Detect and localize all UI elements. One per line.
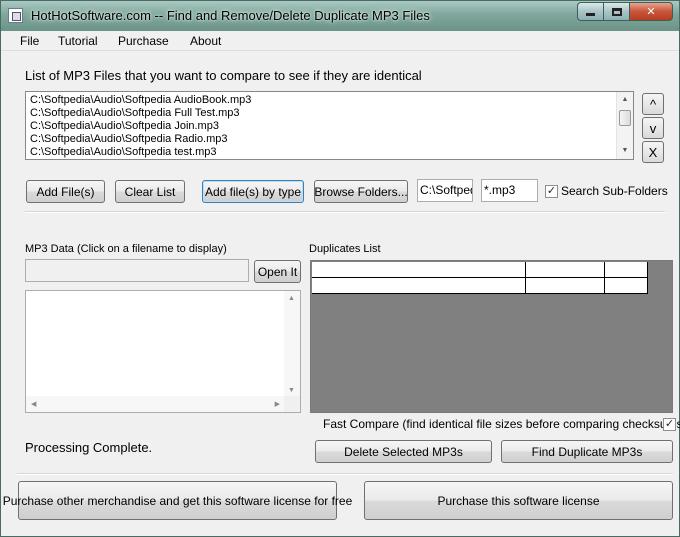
close-button[interactable]: ✕ — [629, 2, 673, 21]
mp3-data-textarea[interactable]: ▲ ▼ ◀ ▶ — [25, 290, 301, 413]
delete-selected-button[interactable]: Delete Selected MP3s — [315, 440, 492, 463]
add-by-type-button[interactable]: Add file(s) by type — [202, 180, 304, 203]
menu-purchase[interactable]: Purchase — [118, 34, 169, 48]
table-cell[interactable] — [526, 278, 605, 294]
mp3-data-label: MP3 Data (Click on a filename to display… — [25, 243, 227, 255]
table-cell[interactable] — [605, 262, 648, 278]
table-cell[interactable] — [526, 262, 605, 278]
folder-path-input[interactable]: C:\Softpedia — [417, 179, 473, 202]
mp3-filename-field — [25, 259, 249, 282]
scroll-down-icon[interactable]: ▼ — [617, 143, 633, 159]
remove-icon: X — [648, 144, 658, 160]
caption-buttons: ✕ — [577, 2, 673, 21]
move-down-icon: v — [649, 120, 657, 136]
maximize-button[interactable] — [603, 2, 629, 21]
menu-bar: File Tutorial Purchase About — [1, 31, 679, 51]
find-duplicates-button[interactable]: Find Duplicate MP3s — [501, 440, 673, 463]
textarea-vscroll[interactable]: ▲ ▼ — [284, 291, 300, 397]
status-text: Processing Complete. — [25, 440, 153, 455]
file-type-input[interactable]: *.mp3 — [481, 179, 538, 202]
app-icon[interactable] — [8, 8, 23, 23]
table-cell[interactable] — [312, 262, 526, 278]
fast-compare-checkbox[interactable]: ✓ — [663, 418, 676, 431]
menu-tutorial[interactable]: Tutorial — [58, 34, 98, 48]
table-row[interactable] — [312, 262, 649, 278]
table-cell[interactable] — [605, 278, 648, 294]
maximize-icon — [611, 7, 622, 16]
file-list-scrollbar[interactable]: ▲ ▼ — [616, 92, 633, 159]
list-item[interactable]: C:\Softpedia\Audio\Softpedia AudioBook.m… — [30, 94, 251, 106]
move-down-button[interactable]: v — [642, 117, 664, 139]
close-icon: ✕ — [646, 6, 656, 18]
scroll-down-icon[interactable]: ▼ — [288, 387, 295, 394]
list-item[interactable]: C:\Softpedia\Audio\Softpedia Join.mp3 — [30, 120, 219, 132]
search-subfolders-label: Search Sub-Folders — [561, 184, 668, 198]
open-it-button[interactable]: Open It — [254, 260, 301, 283]
purchase-license-button[interactable]: Purchase this software license — [364, 481, 673, 520]
move-up-button[interactable]: ^ — [642, 93, 664, 115]
browse-folders-button[interactable]: Browse Folders... — [314, 180, 408, 203]
duplicates-grid[interactable] — [310, 260, 673, 413]
scroll-left-icon[interactable]: ◀ — [31, 400, 36, 408]
scroll-thumb[interactable] — [619, 110, 631, 126]
textarea-hscroll[interactable]: ◀ ▶ — [26, 396, 285, 412]
title-bar[interactable]: HotHotSoftware.com -- Find and Remove/De… — [1, 1, 679, 31]
divider — [25, 211, 665, 213]
scroll-up-icon[interactable]: ▲ — [617, 92, 633, 108]
menu-about[interactable]: About — [190, 34, 221, 48]
divider — [17, 473, 673, 475]
scroll-up-icon[interactable]: ▲ — [288, 295, 295, 302]
duplicates-table — [312, 262, 649, 294]
purchase-merch-button[interactable]: Purchase other merchandise and get this … — [3, 481, 352, 520]
window-title: HotHotSoftware.com -- Find and Remove/De… — [31, 8, 430, 23]
menu-file[interactable]: File — [20, 34, 39, 48]
scroll-corner — [284, 396, 300, 412]
add-files-button[interactable]: Add File(s) — [26, 180, 105, 203]
scroll-right-icon[interactable]: ▶ — [275, 400, 280, 408]
list-item[interactable]: C:\Softpedia\Audio\Softpedia Full Test.m… — [30, 107, 240, 119]
search-subfolders-checkbox[interactable]: ✓ — [545, 185, 558, 198]
app-window: HotHotSoftware.com -- Find and Remove/De… — [0, 0, 680, 537]
minimize-button[interactable] — [577, 2, 603, 21]
fast-compare-label: Fast Compare (find identical file sizes … — [323, 417, 680, 431]
list-item[interactable]: C:\Softpedia\Audio\Softpedia Radio.mp3 — [30, 133, 228, 145]
clear-list-button[interactable]: Clear List — [115, 180, 185, 203]
file-list[interactable]: C:\Softpedia\Audio\Softpedia AudioBook.m… — [25, 91, 634, 160]
file-list-heading: List of MP3 Files that you want to compa… — [25, 68, 422, 83]
table-row[interactable] — [312, 278, 649, 294]
remove-item-button[interactable]: X — [642, 141, 664, 163]
table-cell[interactable] — [312, 278, 526, 294]
duplicates-label: Duplicates List — [309, 243, 381, 255]
list-item[interactable]: C:\Softpedia\Audio\Softpedia test.mp3 — [30, 146, 217, 158]
move-up-icon: ^ — [649, 96, 657, 112]
minimize-icon — [586, 13, 595, 16]
